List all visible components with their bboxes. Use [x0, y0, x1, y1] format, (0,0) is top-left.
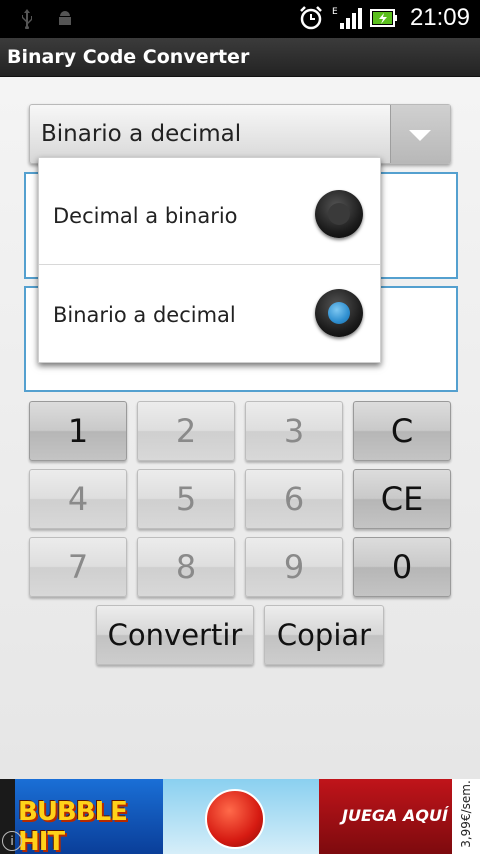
status-time: 21:09: [409, 4, 470, 31]
radio-button-unselected[interactable]: [315, 190, 363, 238]
key-6[interactable]: 6: [245, 469, 343, 529]
option-label: Decimal a binario: [53, 204, 238, 228]
signal-e-icon: E: [332, 7, 362, 29]
info-icon[interactable]: i: [2, 831, 22, 851]
chevron-down-icon: [409, 130, 431, 141]
ad-game-logo: BUBBLE HIT: [15, 779, 163, 854]
key-clear-entry[interactable]: CE: [353, 469, 451, 529]
key-9[interactable]: 9: [245, 537, 343, 597]
ad-price-label: 3,99€/sem.: [458, 780, 473, 848]
spinner-selected-label: Binario a decimal: [41, 121, 242, 147]
option-label: Binario a decimal: [53, 303, 236, 327]
key-clear[interactable]: C: [353, 401, 451, 461]
battery-charging-icon: [369, 9, 397, 27]
red-bird-icon: [205, 789, 265, 849]
option-decimal-to-binary[interactable]: Decimal a binario: [39, 166, 380, 265]
key-1[interactable]: 1: [29, 401, 127, 461]
app-title-bar: Binary Code Converter: [0, 38, 480, 77]
ad-price-tag: 3,99€/sem.: [452, 779, 480, 854]
app-title: Binary Code Converter: [7, 46, 250, 68]
ad-banner[interactable]: BUBBLE HIT JUEGA AQUÍ 3,99€/sem. i: [0, 779, 480, 854]
convert-button[interactable]: Convertir: [96, 605, 254, 665]
alarm-icon: [300, 6, 322, 30]
ad-game-title: BUBBLE HIT: [18, 797, 128, 854]
key-0[interactable]: 0: [353, 537, 451, 597]
key-4[interactable]: 4: [29, 469, 127, 529]
option-binary-to-decimal[interactable]: Binario a decimal: [39, 265, 380, 365]
spinner-arrow-button[interactable]: [390, 105, 450, 163]
ad-cta-label: JUEGA AQUÍ: [342, 806, 448, 825]
android-debug-icon: [59, 11, 71, 25]
key-8[interactable]: 8: [137, 537, 235, 597]
radio-button-selected[interactable]: [315, 289, 363, 337]
key-3[interactable]: 3: [245, 401, 343, 461]
ad-cta[interactable]: JUEGA AQUÍ: [319, 779, 452, 854]
conversion-mode-dropdown: Decimal a binario Binario a decimal: [38, 157, 381, 363]
status-bar: E 21:09: [0, 0, 480, 38]
key-5[interactable]: 5: [137, 469, 235, 529]
copy-button[interactable]: Copiar: [264, 605, 384, 665]
key-7[interactable]: 7: [29, 537, 127, 597]
ad-game-image: [163, 779, 319, 854]
key-2[interactable]: 2: [137, 401, 235, 461]
usb-icon: [22, 9, 32, 29]
conversion-mode-spinner[interactable]: Binario a decimal: [29, 104, 451, 164]
svg-text:E: E: [332, 7, 338, 17]
